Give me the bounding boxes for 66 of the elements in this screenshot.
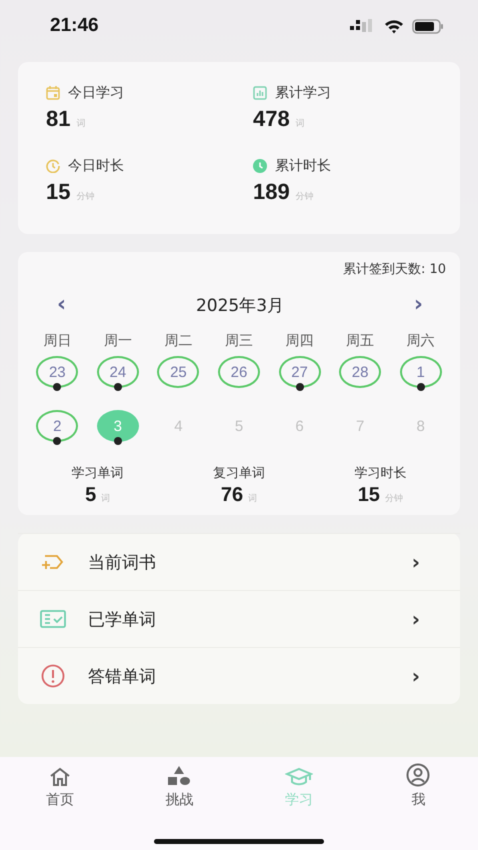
clock-icon	[253, 159, 267, 173]
graduation-cap-icon	[284, 767, 313, 787]
month-title: 2025年3月	[196, 294, 284, 316]
calendar-day[interactable]: 1	[400, 356, 442, 388]
warning-icon	[41, 664, 65, 688]
battery-icon	[412, 18, 444, 34]
calendar-day[interactable]: 28	[339, 356, 382, 388]
summary-label: 学习单词	[72, 465, 124, 482]
checkin-total: 累计签到天数: 10	[342, 261, 446, 278]
shapes-icon	[167, 765, 192, 787]
stat-label: 今日时长	[68, 157, 124, 175]
menu-item[interactable]: 答错单词 ›	[18, 647, 460, 704]
summary-value: 15	[358, 484, 380, 507]
summary-label: 复习单词	[212, 465, 265, 482]
weekday-label: 周三	[224, 332, 254, 351]
chevron-icon: ›	[412, 607, 420, 631]
summary-value: 5	[85, 484, 96, 507]
summary-label: 学习时长	[354, 465, 406, 482]
chevron-icon: ›	[412, 664, 420, 688]
stat-unit: 分钟	[296, 190, 314, 203]
weekday-label: 周四	[284, 332, 315, 351]
stat-value: 81	[46, 106, 70, 132]
calendar-day[interactable]: 23	[36, 356, 78, 388]
summary-unit: 词	[248, 492, 258, 505]
weekday-label: 周六	[406, 332, 436, 351]
menu-label: 当前词书	[88, 552, 157, 574]
stat-unit: 词	[296, 118, 305, 130]
summary-value: 76	[220, 484, 244, 507]
user-icon	[406, 763, 430, 787]
menu-item[interactable]: 已学单词 ›	[18, 590, 460, 647]
summary-unit: 词	[101, 492, 110, 505]
calendar-day[interactable]: 2	[36, 410, 78, 442]
calendar-day[interactable]: 27	[278, 356, 321, 388]
stat-value: 15	[46, 179, 70, 205]
clock-icon	[46, 159, 60, 173]
checklist-icon	[40, 610, 66, 628]
next-month-button[interactable]: ›	[410, 294, 427, 316]
wifi-icon	[384, 18, 404, 34]
tab[interactable]: 首页	[0, 765, 120, 809]
calendar-day[interactable]: 24	[96, 356, 139, 388]
calendar-day[interactable]: 26	[218, 356, 260, 388]
calendar-day[interactable]: 25	[157, 356, 200, 388]
stat-unit: 分钟	[76, 190, 94, 203]
stat-label: 今日学习	[68, 84, 124, 102]
tab[interactable]: 挑战	[120, 765, 239, 809]
menu-item[interactable]: 当前词书 ›	[18, 533, 460, 590]
chart-icon	[253, 86, 267, 100]
summary-unit: 分钟	[384, 492, 403, 505]
tab[interactable]: 我	[358, 765, 478, 809]
stat-value: 189	[253, 179, 290, 205]
home-icon	[48, 767, 71, 787]
stat-unit: 词	[76, 118, 86, 130]
weekday-label: 周一	[102, 332, 133, 351]
calendar-icon	[46, 86, 60, 100]
stat-label: 累计学习	[275, 84, 331, 102]
weekday-label: 周二	[163, 332, 194, 351]
menu-label: 已学单词	[88, 608, 157, 630]
stat-label: 累计时长	[275, 157, 331, 175]
book-add-icon	[41, 553, 65, 571]
menu-label: 答错单词	[88, 666, 157, 688]
stat-value: 478	[253, 106, 290, 132]
weekday-label: 周五	[345, 332, 376, 351]
status-time: 21:46	[50, 15, 99, 37]
weekday-label: 周日	[42, 332, 72, 351]
chevron-icon: ›	[412, 550, 420, 574]
prev-month-button[interactable]: ‹	[53, 294, 70, 316]
